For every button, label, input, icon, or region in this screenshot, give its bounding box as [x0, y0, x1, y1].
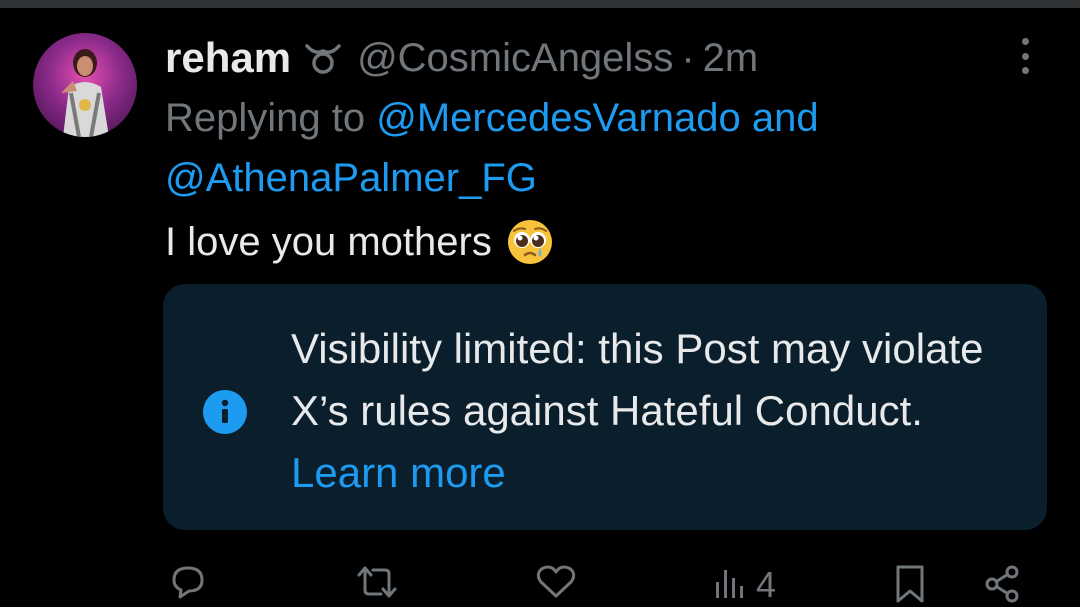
- views-button[interactable]: 4: [712, 564, 776, 605]
- repost-button[interactable]: [355, 564, 399, 605]
- learn-more-link[interactable]: Learn more: [291, 449, 506, 496]
- share-button[interactable]: [982, 564, 1022, 607]
- taurus-icon: [303, 41, 343, 75]
- tweet-text-content: I love you mothers: [165, 220, 492, 264]
- notice-text: Visibility limited: this Post may violat…: [291, 318, 1011, 504]
- separator-dot: ·: [681, 35, 695, 80]
- bookmark-icon: [892, 564, 928, 607]
- notice-message: Visibility limited: this Post may violat…: [291, 325, 984, 434]
- tweet-text: I love you mothers: [165, 212, 554, 272]
- like-icon: [535, 564, 577, 605]
- replying-to-line: Replying to @MercedesVarnado and @Athena…: [165, 88, 1045, 208]
- reply-icon: [168, 564, 208, 605]
- visibility-notice: Visibility limited: this Post may violat…: [163, 284, 1047, 530]
- more-dot-icon: [1021, 52, 1029, 60]
- pleading-face-icon: [506, 218, 554, 266]
- top-divider: [0, 0, 1080, 8]
- user-handle[interactable]: @CosmicAngelss: [357, 36, 673, 81]
- avatar[interactable]: [33, 33, 137, 137]
- mention-link[interactable]: @AthenaPalmer_FG: [165, 156, 537, 200]
- repost-icon: [355, 564, 399, 605]
- reply-button[interactable]: [168, 564, 208, 605]
- views-icon: [712, 564, 748, 605]
- like-button[interactable]: [535, 564, 577, 605]
- tweet-header: reham @CosmicAngelss · 2m: [165, 30, 758, 86]
- share-icon: [982, 564, 1022, 607]
- display-name[interactable]: reham: [165, 34, 291, 82]
- action-bar: 4: [0, 560, 1080, 607]
- timestamp[interactable]: 2m: [703, 36, 759, 81]
- views-count: 4: [756, 563, 777, 605]
- replying-prefix: Replying to: [165, 96, 366, 140]
- mention-joiner[interactable]: and: [752, 96, 819, 140]
- info-icon: [203, 390, 247, 434]
- more-dot-icon: [1021, 38, 1029, 45]
- bookmark-button[interactable]: [892, 564, 928, 607]
- more-dot-icon: [1021, 67, 1029, 74]
- more-options-button[interactable]: [1010, 38, 1040, 74]
- mention-link[interactable]: @MercedesVarnado: [376, 96, 741, 140]
